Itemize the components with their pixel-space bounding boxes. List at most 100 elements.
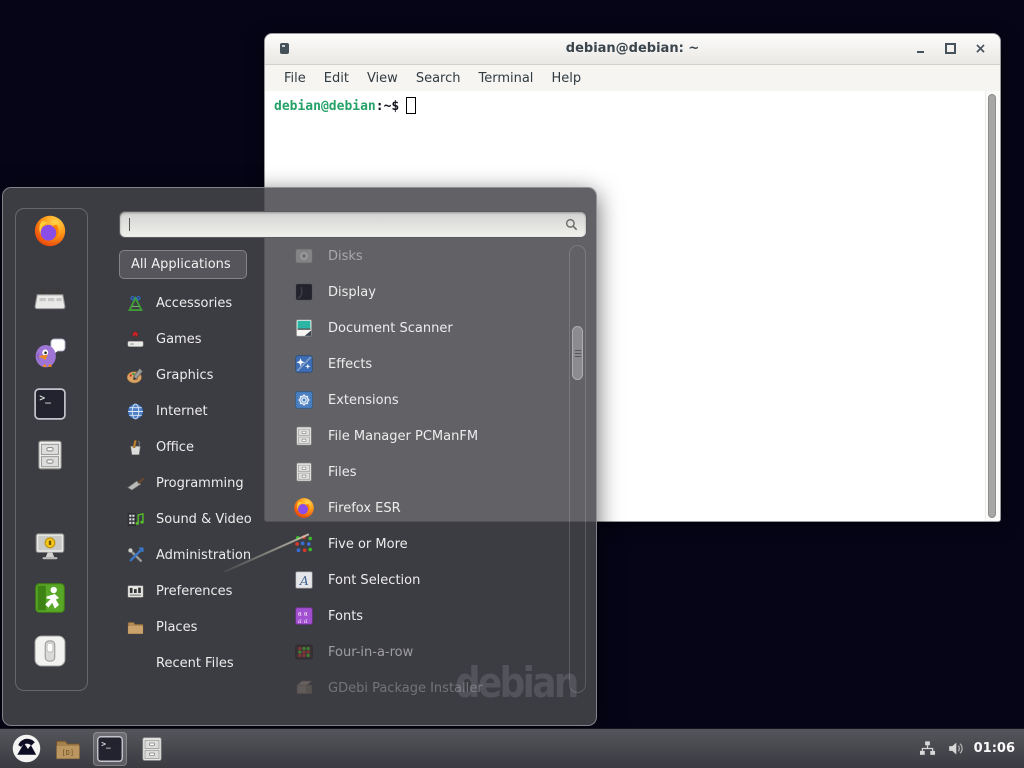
menu-view[interactable]: View [358, 71, 407, 86]
document-scanner-icon [293, 317, 315, 339]
search-icon [564, 217, 579, 232]
favorite-lock-screen[interactable] [33, 529, 67, 563]
app-item-disks[interactable]: Disks [266, 238, 568, 274]
favorite-settings[interactable] [33, 281, 67, 315]
cabinet-icon [138, 735, 166, 763]
close-button[interactable]: × [974, 42, 987, 55]
category-label: Graphics [156, 368, 213, 383]
app-item-firefox-esr[interactable]: Firefox ESR [266, 490, 568, 526]
category-item-preferences[interactable]: Preferences [119, 573, 269, 609]
app-item-display[interactable]: Display [266, 274, 568, 310]
terminal-scrollbar[interactable] [985, 91, 1000, 521]
menu-help[interactable]: Help [542, 71, 590, 86]
close-icon: × [975, 42, 987, 56]
application-menu: >_ All Applications Accessories Games Grap… [2, 187, 597, 726]
app-item-document-scanner[interactable]: Document Scanner [266, 310, 568, 346]
terminal-icon: >_ [33, 387, 67, 421]
category-label: Games [156, 332, 201, 347]
app-label: Extensions [328, 393, 399, 408]
menu-edit[interactable]: Edit [315, 71, 358, 86]
category-list: Accessories Games Graphics Internet Office Pr… [119, 285, 269, 681]
category-item-recent-files[interactable]: Recent Files [119, 645, 269, 681]
app-label: Firefox ESR [328, 501, 401, 516]
network-icon[interactable] [918, 739, 937, 758]
disks-icon [293, 245, 315, 267]
maximize-button[interactable] [944, 42, 957, 55]
favorite-logout[interactable] [33, 581, 67, 615]
menu-button[interactable] [9, 732, 43, 766]
terminal-prompt: debian@debian:~$ [265, 91, 1000, 120]
category-label: Programming [156, 476, 244, 491]
menu-search[interactable]: Search [407, 71, 470, 86]
favorite-terminal[interactable]: >_ [33, 387, 67, 421]
games-icon [126, 330, 145, 349]
category-label: Office [156, 440, 194, 455]
category-item-games[interactable]: Games [119, 321, 269, 357]
svg-text:a a: a a [298, 617, 308, 625]
clock[interactable]: 01:06 [974, 741, 1015, 756]
favorite-file-manager[interactable] [33, 438, 67, 472]
favorite-shutdown[interactable] [33, 634, 67, 668]
app-label: Disks [328, 249, 363, 264]
app-label: Files [328, 465, 357, 480]
app-item-effects[interactable]: Effects [266, 346, 568, 382]
app-item-files[interactable]: Files [266, 454, 568, 490]
firefox-icon [33, 214, 67, 248]
taskbar-launcher-file-manager[interactable]: [D] [51, 732, 85, 766]
category-item-office[interactable]: Office [119, 429, 269, 465]
taskbar-launcher-terminal[interactable]: >_ [93, 732, 127, 766]
category-item-graphics[interactable]: Graphics [119, 357, 269, 393]
category-label: Preferences [156, 584, 232, 599]
category-item-administration[interactable]: Administration [119, 537, 269, 573]
graphics-icon [126, 366, 145, 385]
fonts-icon: a aa a [293, 605, 315, 627]
app-label: File Manager PCManFM [328, 429, 478, 444]
gdebi-icon [293, 677, 315, 699]
administration-icon [126, 546, 145, 565]
all-applications-label: All Applications [131, 257, 231, 272]
category-item-internet[interactable]: Internet [119, 393, 269, 429]
system-tray: 01:06 [918, 739, 1024, 758]
app-label: Document Scanner [328, 321, 453, 336]
terminal-scrollbar-thumb[interactable] [988, 94, 996, 518]
app-item-extensions[interactable]: Extensions [266, 382, 568, 418]
search-box[interactable] [119, 211, 587, 238]
app-list-scrollbar[interactable] [569, 245, 586, 693]
menu-file[interactable]: File [275, 71, 315, 86]
office-icon [126, 438, 145, 457]
favorite-firefox[interactable] [33, 214, 67, 248]
category-item-places[interactable]: Places [119, 609, 269, 645]
prompt-path: :~$ [376, 99, 399, 114]
taskbar-launcher-files[interactable] [135, 732, 169, 766]
category-item-sound-video[interactable]: Sound & Video [119, 501, 269, 537]
cabinet-icon [33, 438, 67, 472]
window-controls: × [914, 42, 987, 55]
app-item-fonts[interactable]: a aa a Fonts [266, 598, 568, 634]
search-input[interactable] [120, 212, 586, 237]
app-item-font-selection[interactable]: AFont Selection [266, 562, 568, 598]
app-label: Fonts [328, 609, 363, 624]
category-item-accessories[interactable]: Accessories [119, 285, 269, 321]
app-item-five-or-more[interactable]: Five or More [266, 526, 568, 562]
minimize-button[interactable] [914, 42, 927, 55]
svg-text:>_: >_ [101, 739, 111, 748]
category-item-programming[interactable]: Programming [119, 465, 269, 501]
app-label: Display [328, 285, 376, 300]
minimize-icon [917, 51, 924, 53]
places-icon [126, 618, 145, 637]
maximize-icon [945, 43, 956, 54]
logout-icon [33, 581, 67, 615]
app-label: Five or More [328, 537, 408, 552]
terminal-titlebar[interactable]: debian@debian: ~ × [265, 34, 1000, 65]
taskbar: [D] >_ 01:06 [0, 728, 1024, 768]
scrollbar-thumb[interactable] [572, 326, 583, 380]
menu-terminal[interactable]: Terminal [469, 71, 542, 86]
app-label: Effects [328, 357, 372, 372]
volume-icon[interactable] [946, 739, 965, 758]
sound-video-icon [126, 510, 145, 529]
all-applications-button[interactable]: All Applications [119, 250, 247, 279]
terminal-menubar: FileEditViewSearchTerminalHelp [265, 65, 1000, 92]
favorite-pidgin[interactable] [33, 336, 67, 370]
category-label: Administration [156, 548, 251, 563]
app-item-file-manager-pcmanfm[interactable]: File Manager PCManFM [266, 418, 568, 454]
